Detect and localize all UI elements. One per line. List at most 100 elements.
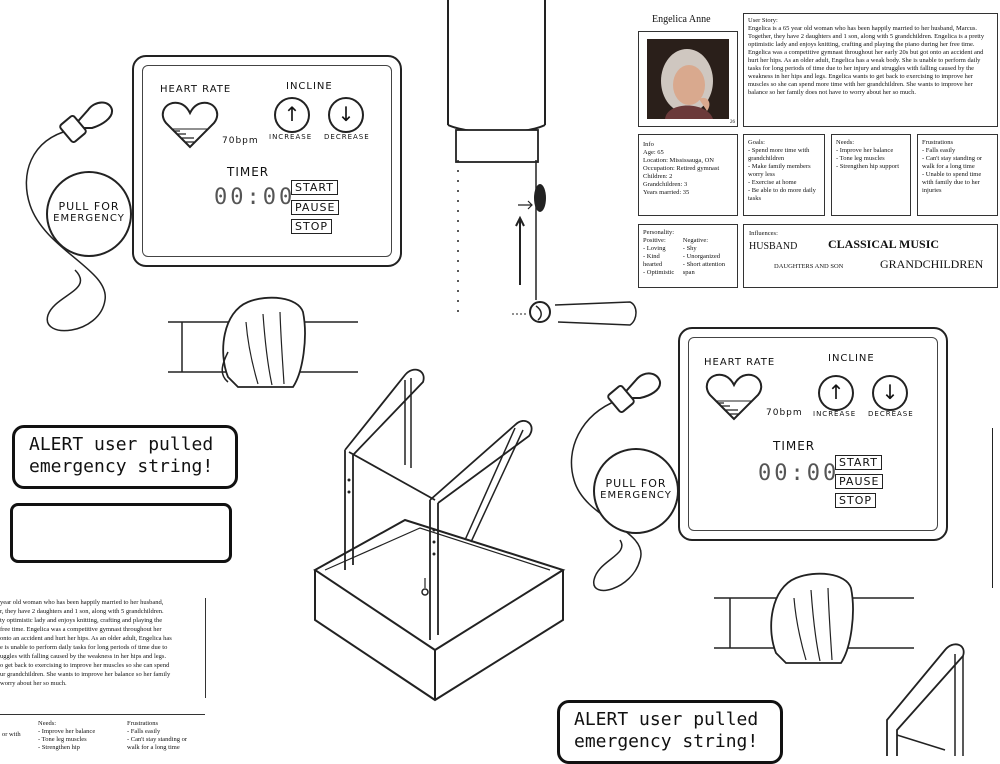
partial-user-story: year old woman who has been happily marr… [0, 598, 206, 698]
negative-item: - Unorganized [682, 253, 721, 260]
partial-frustrations-item: walk for a long time [127, 744, 180, 751]
user-story-title: User Story: [748, 17, 778, 24]
frustrations-item: - Unable to spend time with family due t… [922, 171, 982, 194]
info-item: Location: Mississauga, ON [643, 157, 714, 164]
incline-down-button[interactable]: ↓ [872, 375, 908, 411]
partial-frustrations-title: Frustrations [127, 720, 159, 727]
incline-label: INCLINE [286, 81, 333, 92]
incline-up-button[interactable]: ↑ [818, 375, 854, 411]
partial-needs-item: - Tone leg muscles [38, 736, 87, 743]
partial-needs-title: Needs: [38, 720, 57, 727]
partial-story-line: year old woman who has been happily marr… [0, 599, 164, 606]
emergency-label-line1: PULL FOR [605, 477, 667, 490]
frustrations-title: Frustrations [922, 139, 954, 146]
partial-needs: Needs: - Improve her balance - Tone leg … [38, 720, 95, 752]
partial-frustrations-item: - Falls easily [127, 728, 161, 735]
start-button[interactable]: START [291, 180, 338, 195]
partial-needs-item: - Improve her balance [38, 728, 96, 735]
stop-button[interactable]: STOP [291, 219, 332, 234]
pause-button[interactable]: PAUSE [291, 200, 340, 215]
needs-title: Needs: [836, 139, 855, 146]
partial-frustrations-item: - Can't stay standing or [127, 736, 188, 743]
influence-husband: HUSBAND [749, 241, 798, 252]
decrease-label: DECREASE [868, 410, 914, 418]
alert-empty-box [10, 503, 232, 563]
timer-display: 00:00 [214, 185, 296, 210]
needs-item: - Tone leg muscles [836, 155, 885, 162]
pull-for-emergency-button-left[interactable]: PULL FOR EMERGENCY [46, 171, 132, 257]
persona-photo [647, 39, 729, 119]
influence-grandchildren: GRANDCHILDREN [880, 257, 984, 271]
partial-story-line: r, they have 2 daughters and 1 son, alon… [0, 608, 164, 615]
partial-story-line: worry about her so much. [0, 680, 67, 687]
treadmill-partial-sketch [886, 643, 965, 756]
influence-daughters: DAUGHTERS AND SON [774, 263, 844, 270]
decrease-label: DECREASE [324, 133, 370, 141]
alert-line1: ALERT user pulled [574, 709, 759, 730]
photo-number: 26 [730, 120, 735, 125]
partial-story-line: free time. Engelica was a competitive gy… [0, 626, 162, 633]
goals-title: Goals: [748, 139, 765, 146]
needs-panel: Needs: - Improve her balance - Tone leg … [831, 134, 911, 216]
start-button[interactable]: START [835, 455, 882, 470]
user-story-panel: User Story: Engelica is a 65 year old wo… [743, 13, 998, 127]
partial-needs-item: - Strengthen hip [38, 744, 80, 751]
incline-up-button[interactable]: ↑ [274, 97, 310, 133]
treadmill-3d-sketch [313, 368, 566, 702]
partial-story-line: e is unable to perform daily tasks for l… [0, 644, 168, 651]
partial-frustrations: Frustrations - Falls easily - Can't stay… [127, 720, 187, 752]
info-item: Occupation: Retired gymnast [643, 165, 720, 172]
positive-item: - Optimistic [643, 269, 675, 276]
positive-item: - Loving [643, 245, 666, 252]
timer-display: 00:00 [758, 461, 840, 486]
timer-label: TIMER [227, 165, 270, 179]
increase-label: INCREASE [269, 133, 313, 141]
negative-item: - Short attention span [682, 261, 726, 276]
alert-line1: ALERT user pulled [29, 434, 214, 455]
bpm-value: 70bpm [766, 408, 803, 418]
emergency-label-line1: PULL FOR [58, 200, 120, 213]
emergency-label-line2: EMERGENCY [600, 490, 672, 501]
frustrations-panel: Frustrations - Falls easily - Can't stay… [917, 134, 998, 216]
influences-title: Influences: [749, 230, 778, 237]
goals-item: - Spend more time with grandchildren [748, 147, 810, 162]
goals-item: - Make family members worry less [748, 163, 811, 178]
positive-item: - Kind hearted [643, 253, 663, 268]
pause-button[interactable]: PAUSE [835, 474, 884, 489]
incline-label: INCLINE [828, 353, 875, 364]
edge-fragment [992, 428, 1000, 588]
emergency-alert-box-right: ALERT user pulled emergency string! [557, 700, 783, 764]
partial-story-line: ty optimistic lady and enjoys knitting, … [0, 617, 163, 624]
frustrations-item: - Falls easily [922, 147, 956, 154]
alert-line2: emergency string! [574, 731, 759, 752]
influences-panel: Influences: HUSBAND CLASSICAL MUSIC DAUG… [743, 224, 998, 288]
personality-title: Personality: [643, 229, 675, 236]
personality-panel: Personality: Positive: - Loving - Kind h… [638, 224, 738, 288]
persona-name: Engelica Anne [652, 14, 711, 25]
handle-post-sketch [447, 0, 637, 326]
persona-photo-panel: 26 [638, 31, 738, 127]
heart-icon [705, 373, 763, 421]
influence-music: CLASSICAL MUSIC [828, 237, 940, 251]
info-panel: Info Age: 65 Location: Mississauga, ON O… [638, 134, 738, 216]
incline-down-button[interactable]: ↓ [328, 97, 364, 133]
heart-rate-label: HEART RATE [704, 357, 776, 368]
increase-label: INCREASE [813, 410, 857, 418]
positive-title: Positive: [643, 237, 666, 244]
partial-story-line: o get back to exercising to improve her … [0, 662, 170, 669]
negative-title: Negative: [682, 237, 709, 244]
goals-item: - Exercise at home [748, 179, 797, 186]
partial-story-line: ur grandchildren. She wants to improve h… [0, 671, 171, 678]
needs-item: - Strengthen hip support [836, 163, 900, 170]
frustrations-item: - Can't stay standing or walk for a long… [922, 155, 983, 170]
goals-panel: Goals: - Spend more time with grandchild… [743, 134, 825, 216]
negative-item: - Shy [682, 245, 697, 252]
info-item: Grandchildren: 3 [643, 181, 688, 188]
pull-for-emergency-button-right[interactable]: PULL FOR EMERGENCY [593, 448, 679, 534]
partial-story-line: onto an accident and hurt her hips. As a… [0, 635, 172, 642]
stop-button[interactable]: STOP [835, 493, 876, 508]
bpm-value: 70bpm [222, 136, 259, 146]
info-item: Children: 2 [643, 173, 673, 180]
info-title: Info [643, 141, 654, 148]
timer-label: TIMER [773, 439, 816, 453]
